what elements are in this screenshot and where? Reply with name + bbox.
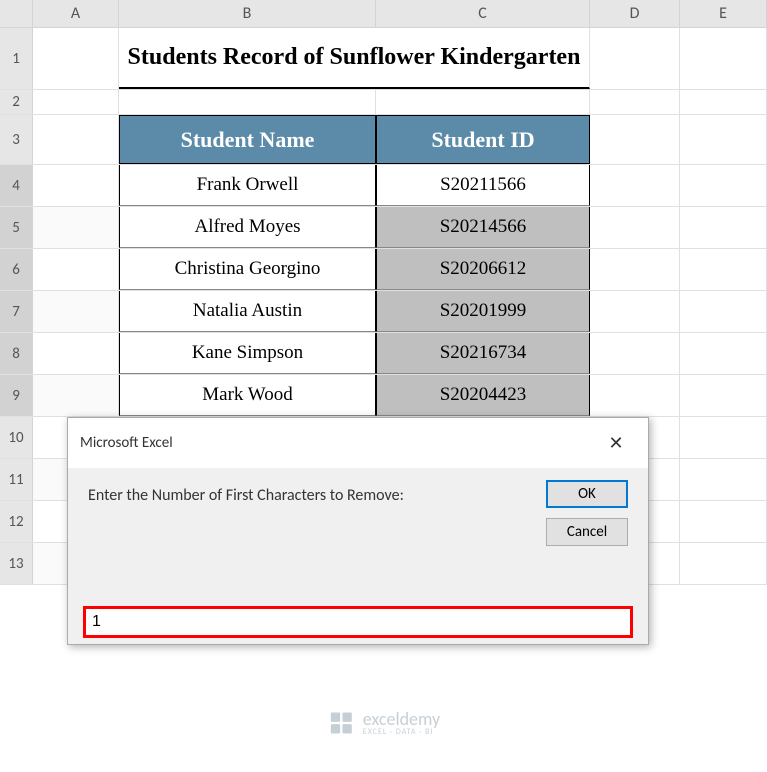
cancel-button[interactable]: Cancel [546,518,628,546]
cell-E4[interactable] [680,165,767,206]
row-header-13[interactable]: 13 [0,543,33,584]
cell-name-3[interactable]: Natalia Austin [119,291,376,332]
cell-A4[interactable] [33,165,119,206]
row-header-11[interactable]: 11 [0,459,33,500]
close-icon[interactable]: ✕ [596,428,636,458]
cell-E10[interactable] [680,417,767,458]
row-header-12[interactable]: 12 [0,501,33,542]
cell-id-5[interactable]: S20204423 [376,375,590,416]
ok-button[interactable]: OK [546,480,628,508]
row-header-4[interactable]: 4 [0,165,33,206]
row-header-5[interactable]: 5 [0,207,33,248]
watermark-brand: exceldemy [363,710,440,728]
cell-A9[interactable] [33,375,119,416]
row-header-7[interactable]: 7 [0,291,33,332]
cell-A8[interactable] [33,333,119,374]
cell-D6[interactable] [590,249,680,290]
cell-D2[interactable] [590,90,680,114]
cell-D9[interactable] [590,375,680,416]
row-header-6[interactable]: 6 [0,249,33,290]
cell-id-4[interactable]: S20216734 [376,333,590,374]
cell-name-0[interactable]: Frank Orwell [119,165,376,206]
cell-A1[interactable] [33,28,119,89]
cell-E9[interactable] [680,375,767,416]
row-header-3[interactable]: 3 [0,115,33,164]
row-header-10[interactable]: 10 [0,417,33,458]
header-student-id[interactable]: Student ID [376,115,590,164]
row-header-2[interactable]: 2 [0,90,33,114]
input-dialog: Microsoft Excel ✕ Enter the Number of Fi… [67,417,649,645]
cell-E1[interactable] [680,28,767,89]
title-cell[interactable]: Students Record of Sunflower Kindergarte… [119,28,590,89]
cell-E12[interactable] [680,501,767,542]
cell-E3[interactable] [680,115,767,164]
cell-A2[interactable] [33,90,119,114]
cell-D1[interactable] [590,28,680,89]
cell-E7[interactable] [680,291,767,332]
cell-id-2[interactable]: S20206612 [376,249,590,290]
header-student-name[interactable]: Student Name [119,115,376,164]
col-header-C[interactable]: C [376,0,590,27]
cell-E5[interactable] [680,207,767,248]
cell-E11[interactable] [680,459,767,500]
cell-name-1[interactable]: Alfred Moyes [119,207,376,248]
col-header-A[interactable]: A [33,0,119,27]
dialog-title-bar[interactable]: Microsoft Excel ✕ [68,418,648,468]
row-header-8[interactable]: 8 [0,333,33,374]
cell-E13[interactable] [680,543,767,584]
cell-id-0[interactable]: S20211566 [376,165,590,206]
watermark-icon [327,709,355,737]
col-header-E[interactable]: E [680,0,767,27]
row-header-9[interactable]: 9 [0,375,33,416]
cell-D7[interactable] [590,291,680,332]
cell-D3[interactable] [590,115,680,164]
cell-id-3[interactable]: S20201999 [376,291,590,332]
cell-A5[interactable] [33,207,119,248]
cell-E6[interactable] [680,249,767,290]
cell-D8[interactable] [590,333,680,374]
cell-name-5[interactable]: Mark Wood [119,375,376,416]
cell-name-4[interactable]: Kane Simpson [119,333,376,374]
cell-E8[interactable] [680,333,767,374]
cell-A6[interactable] [33,249,119,290]
column-headers-row: A B C D E [0,0,767,28]
col-header-D[interactable]: D [590,0,680,27]
cell-E2[interactable] [680,90,767,114]
cell-B2[interactable] [119,90,376,114]
dialog-title: Microsoft Excel [80,434,173,452]
dialog-input[interactable] [83,606,633,638]
row-header-1[interactable]: 1 [0,28,33,89]
cell-id-1[interactable]: S20214566 [376,207,590,248]
cell-D4[interactable] [590,165,680,206]
watermark-tagline: EXCEL · DATA · BI [363,728,440,736]
select-all-corner[interactable] [0,0,33,27]
cell-D5[interactable] [590,207,680,248]
watermark: exceldemy EXCEL · DATA · BI [327,709,440,737]
col-header-B[interactable]: B [119,0,376,27]
cell-name-2[interactable]: Christina Georgino [119,249,376,290]
cell-A3[interactable] [33,115,119,164]
cell-A7[interactable] [33,291,119,332]
cell-C2[interactable] [376,90,590,114]
